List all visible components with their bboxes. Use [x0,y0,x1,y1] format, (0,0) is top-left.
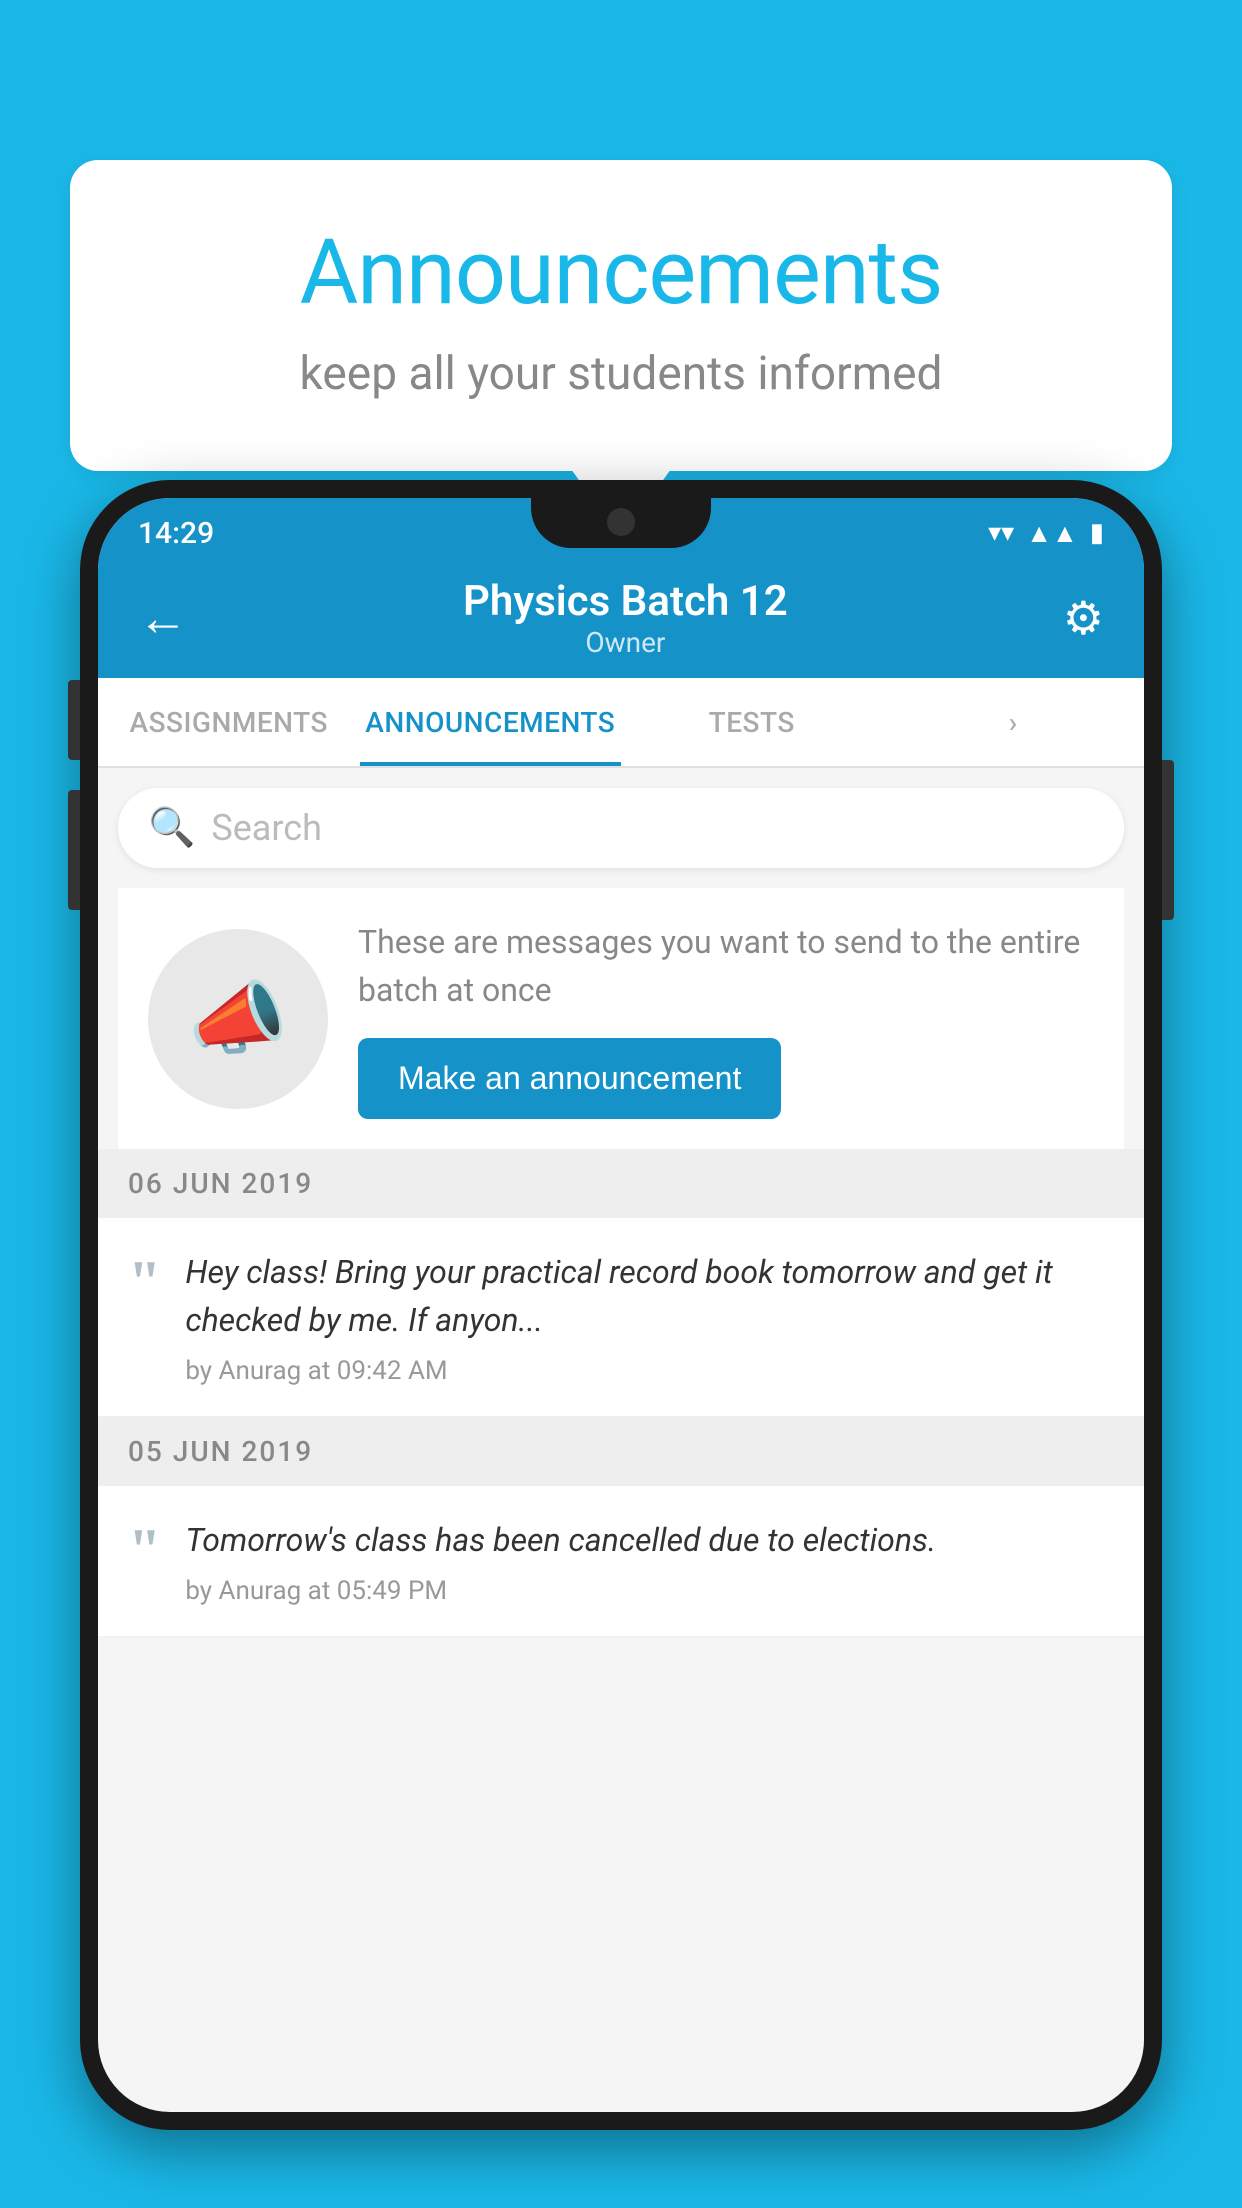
announce-content-2: Tomorrow's class has been cancelled due … [185,1516,1114,1606]
phone-body: 14:29 ▾▾ ▲▲ ▮ ← Physics Batch 12 Owner ⚙ [80,480,1162,2130]
tabs-bar: ASSIGNMENTS ANNOUNCEMENTS TESTS › [98,678,1144,768]
phone-notch [531,498,711,548]
status-time: 14:29 [138,516,214,551]
settings-button[interactable]: ⚙ [1063,591,1104,646]
search-bar[interactable]: 🔍 Search [118,788,1124,868]
bubble-title: Announcements [150,220,1092,325]
announce-content-1: Hey class! Bring your practical record b… [185,1248,1114,1386]
signal-icon: ▲▲ [1026,518,1077,549]
announce-intro-section: 📣 These are messages you want to send to… [118,888,1124,1149]
status-icons: ▾▾ ▲▲ ▮ [988,518,1104,549]
announce-right: These are messages you want to send to t… [358,918,1094,1119]
announce-icon-circle: 📣 [148,929,328,1109]
tab-more[interactable]: › [883,678,1145,766]
search-icon: 🔍 [148,806,195,850]
tab-tests[interactable]: TESTS [621,678,883,766]
announce-author-2: by Anurag at 05:49 PM [185,1576,1114,1606]
megaphone-icon: 📣 [188,972,288,1066]
phone-screen: 14:29 ▾▾ ▲▲ ▮ ← Physics Batch 12 Owner ⚙ [98,498,1144,2112]
tab-announcements[interactable]: ANNOUNCEMENTS [360,678,622,766]
app-header: ← Physics Batch 12 Owner ⚙ [98,558,1144,678]
announce-author-1: by Anurag at 09:42 AM [185,1356,1114,1386]
header-title: Physics Batch 12 [463,577,788,626]
quote-icon-1: " [128,1252,161,1312]
date-divider-1: 06 JUN 2019 [98,1149,1144,1218]
wifi-icon: ▾▾ [988,518,1014,548]
side-button-vol-down [68,790,80,910]
phone-wrapper: 14:29 ▾▾ ▲▲ ▮ ← Physics Batch 12 Owner ⚙ [80,480,1162,2208]
announcement-item-2[interactable]: " Tomorrow's class has been cancelled du… [98,1486,1144,1637]
quote-icon-2: " [128,1520,161,1580]
phone-camera [607,508,635,536]
back-button[interactable]: ← [138,589,188,648]
announce-message-2: Tomorrow's class has been cancelled due … [185,1516,1114,1564]
side-button-vol-up [68,680,80,760]
speech-bubble-card: Announcements keep all your students inf… [70,160,1172,471]
tab-assignments[interactable]: ASSIGNMENTS [98,678,360,766]
make-announcement-button[interactable]: Make an announcement [358,1038,781,1119]
search-placeholder: Search [211,807,322,849]
header-subtitle: Owner [463,626,788,659]
announcement-item-1[interactable]: " Hey class! Bring your practical record… [98,1218,1144,1417]
side-button-power [1162,760,1174,920]
announce-message-1: Hey class! Bring your practical record b… [185,1248,1114,1344]
battery-icon: ▮ [1090,518,1104,548]
header-center: Physics Batch 12 Owner [463,577,788,659]
announce-description: These are messages you want to send to t… [358,918,1094,1014]
bubble-subtitle: keep all your students informed [150,347,1092,401]
date-divider-2: 05 JUN 2019 [98,1417,1144,1486]
